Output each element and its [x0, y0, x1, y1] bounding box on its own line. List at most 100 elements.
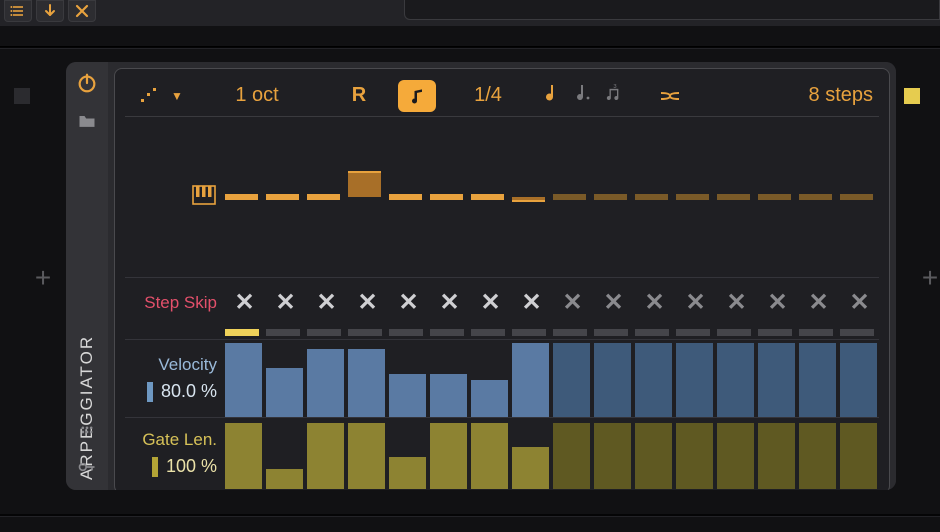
pitch-step[interactable] — [512, 117, 551, 277]
pitch-step[interactable] — [594, 117, 633, 277]
gate-steps[interactable] — [225, 418, 879, 489]
velocity-step[interactable] — [758, 343, 797, 417]
step-skip-toggle[interactable]: ✕ — [840, 288, 879, 317]
step-skip-toggle[interactable]: ✕ — [512, 288, 551, 317]
add-device-before[interactable]: + — [20, 58, 66, 498]
gate-step[interactable] — [676, 423, 715, 489]
shuffle-button[interactable] — [643, 75, 697, 116]
step-skip-toggle[interactable]: ✕ — [430, 288, 469, 317]
octave-range[interactable]: 1 oct — [187, 75, 327, 116]
dotted-note-icon[interactable] — [573, 81, 593, 111]
rate-mode-button[interactable] — [391, 75, 443, 116]
step-skip-toggle[interactable]: ✕ — [471, 288, 510, 317]
step-skip-toggle[interactable]: ✕ — [348, 288, 387, 317]
velocity-step[interactable] — [676, 343, 715, 417]
step-skip-toggle[interactable]: ✕ — [307, 288, 346, 317]
pitch-step[interactable] — [471, 117, 510, 277]
step-skip-steps[interactable]: ✕✕✕✕✕✕✕✕✕✕✕✕✕✕✕✕ — [225, 278, 879, 327]
indicator-spacer — [125, 327, 225, 339]
pattern-dropdown[interactable]: ▼ — [167, 75, 187, 116]
add-device-after[interactable]: + — [920, 58, 940, 498]
gate-step[interactable] — [717, 423, 756, 489]
pitch-step[interactable] — [225, 117, 264, 277]
gate-step[interactable] — [471, 423, 510, 489]
step-skip-toggle[interactable]: ✕ — [553, 288, 592, 317]
pitch-step[interactable] — [430, 117, 469, 277]
top-search-field[interactable] — [404, 0, 940, 20]
retrigger-button[interactable]: R — [327, 75, 391, 116]
velocity-step[interactable] — [430, 374, 469, 417]
step-indicator — [266, 329, 305, 336]
step-skip-toggle[interactable]: ✕ — [389, 288, 428, 317]
gate-step[interactable] — [594, 423, 633, 489]
velocity-step[interactable] — [307, 349, 346, 417]
gate-step[interactable] — [348, 423, 387, 489]
pitch-steps[interactable] — [225, 117, 879, 277]
step-skip-label: Step Skip — [125, 278, 225, 327]
velocity-step[interactable] — [717, 343, 756, 417]
gate-step[interactable] — [799, 423, 838, 489]
pitch-step[interactable] — [389, 117, 428, 277]
drag-handle-icon[interactable] — [77, 422, 97, 447]
velocity-step[interactable] — [553, 343, 592, 417]
velocity-step[interactable] — [799, 343, 838, 417]
velocity-step[interactable] — [594, 343, 633, 417]
velocity-indicator-icon — [147, 382, 153, 402]
gate-step[interactable] — [635, 423, 674, 489]
pitch-step[interactable] — [266, 117, 305, 277]
step-indicator — [717, 329, 756, 336]
gate-step[interactable] — [553, 423, 592, 489]
velocity-step[interactable] — [635, 343, 674, 417]
step-skip-toggle[interactable]: ✕ — [225, 288, 264, 317]
pitch-step[interactable] — [553, 117, 592, 277]
velocity-step[interactable] — [225, 343, 264, 417]
step-skip-toggle[interactable]: ✕ — [758, 288, 797, 317]
rate-value[interactable]: 1/4 — [443, 75, 533, 116]
velocity-lane: Velocity 80.0 % — [125, 339, 879, 417]
straight-note-icon[interactable] — [541, 81, 561, 111]
step-skip-toggle[interactable]: ✕ — [266, 288, 305, 317]
velocity-step[interactable] — [471, 380, 510, 417]
pitch-step[interactable] — [717, 117, 756, 277]
step-skip-toggle[interactable]: ✕ — [635, 288, 674, 317]
gate-step[interactable] — [266, 469, 305, 489]
next-track-color-chip[interactable] — [904, 88, 920, 104]
velocity-step[interactable] — [512, 343, 551, 417]
pitch-step[interactable] — [676, 117, 715, 277]
steps-count[interactable]: 8 steps — [697, 75, 879, 116]
arrow-down-button[interactable] — [36, 0, 64, 22]
top-toolbar — [0, 0, 940, 26]
gate-step[interactable] — [430, 423, 469, 489]
velocity-steps[interactable] — [225, 340, 879, 417]
list-button[interactable] — [4, 0, 32, 22]
gate-step[interactable] — [512, 447, 551, 489]
pitch-step[interactable] — [307, 117, 346, 277]
step-indicator — [594, 329, 633, 336]
gate-step[interactable] — [307, 423, 346, 489]
power-button[interactable] — [76, 72, 98, 99]
velocity-value: 80.0 % — [147, 381, 217, 402]
key-icon[interactable] — [77, 457, 97, 482]
pattern-mode-icon[interactable] — [131, 75, 167, 116]
step-skip-toggle[interactable]: ✕ — [799, 288, 838, 317]
gate-step[interactable] — [758, 423, 797, 489]
velocity-step[interactable] — [266, 368, 305, 417]
pitch-step[interactable] — [635, 117, 674, 277]
pitch-step[interactable] — [758, 117, 797, 277]
velocity-step[interactable] — [389, 374, 428, 417]
velocity-step[interactable] — [348, 349, 387, 417]
step-skip-toggle[interactable]: ✕ — [676, 288, 715, 317]
velocity-step[interactable] — [840, 343, 879, 417]
gate-step[interactable] — [840, 423, 879, 489]
gate-step[interactable] — [225, 423, 264, 489]
pitch-step[interactable] — [799, 117, 838, 277]
step-skip-toggle[interactable]: ✕ — [594, 288, 633, 317]
pitch-step[interactable] — [840, 117, 879, 277]
gate-step[interactable] — [389, 457, 428, 489]
close-button[interactable] — [68, 0, 96, 22]
pitch-step[interactable] — [348, 117, 387, 277]
preset-folder-button[interactable] — [77, 111, 97, 136]
note-timing-group: 3 — [533, 75, 643, 116]
triplet-note-icon[interactable]: 3 — [605, 81, 625, 111]
step-skip-toggle[interactable]: ✕ — [717, 288, 756, 317]
